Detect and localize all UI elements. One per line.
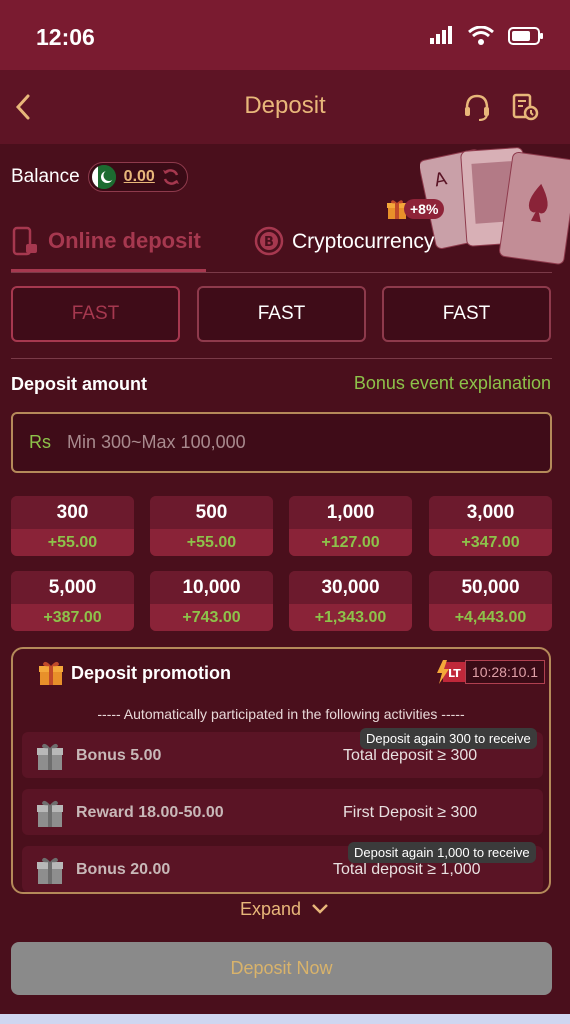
promotion-name: Bonus 5.00 [76,747,162,764]
promotion-name: Bonus 20.00 [76,861,171,878]
crypto-badge-text: +8% [404,199,445,219]
amount-option[interactable]: 1,000 +127.00 [289,496,412,556]
status-icons [430,26,544,46]
balance-label: Balance [11,166,80,187]
balance-pill: 0.00 [87,162,188,192]
channel-button[interactable]: FAST [382,286,551,342]
promotion-condition: First Deposit ≥ 300 [343,804,478,821]
promotion-name: Reward 18.00-50.00 [76,804,224,821]
auto-participation-note: ----- Automatically participated in the … [97,706,465,722]
deposit-now-button[interactable]: Deposit Now [11,942,552,995]
amount-bonus: +4,443.00 [429,604,552,631]
amount-option[interactable]: 5,000 +387.00 [11,571,134,631]
gift-icon [37,800,63,827]
tab-online-deposit[interactable]: Online deposit [11,218,206,272]
lt-text: LT [448,667,461,680]
tab-online-label: Online deposit [48,228,201,253]
crypto-bonus-badge: +8% [386,198,445,220]
amount-value: 10,000 [150,571,273,604]
expand-label: Expand [239,898,302,919]
gift-icon [39,661,63,685]
divider [11,358,552,359]
tab-crypto-label: Cryptocurrency [292,230,435,253]
gift-icon [37,857,63,884]
amount-value: 5,000 [11,571,134,604]
promotion-row: Reward 18.00-50.00 First Deposit ≥ 300 [22,789,543,835]
phone-icon [12,226,37,256]
app-header: Deposit [0,70,570,144]
amount-option[interactable]: 3,000 +347.00 [429,496,552,556]
amount-field[interactable]: Rs [11,412,552,473]
amount-value: 1,000 [289,496,412,529]
channel-button[interactable]: FAST [11,286,180,342]
amount-value: 300 [11,496,134,529]
amount-bonus: +743.00 [150,604,273,631]
amount-option[interactable]: 30,000 +1,343.00 [289,571,412,631]
lightning-lt-badge: LT [437,660,465,684]
promotion-row: Bonus 20.00 Total deposit ≥ 1,000 Deposi… [22,842,543,892]
amount-option[interactable]: 50,000 +4,443.00 [429,571,552,631]
bonus-event-link[interactable]: Bonus event explanation [354,373,551,394]
amount-bonus: +55.00 [11,529,134,556]
svg-text:B: B [264,235,274,250]
bottom-strip [0,1014,570,1024]
amount-bonus: +127.00 [289,529,412,556]
channel-button[interactable]: FAST [197,286,366,342]
promotion-title: Deposit promotion [71,663,231,683]
bitcoin-icon: B [254,226,284,256]
signal-icon [430,26,452,44]
balance-row: Balance 0.00 [11,162,188,192]
deposit-method-tabs: Online deposit B Cryptocurrency +8% [11,199,552,273]
balance-value: 0.00 [123,168,155,185]
promotion-condition: Total deposit ≥ 300 [343,747,478,764]
refresh-icon[interactable] [161,167,181,187]
amount-bonus: +1,343.00 [289,604,412,631]
amount-bonus: +347.00 [429,529,552,556]
deposit-promotion-panel: Deposit promotion LT 10:28:10.1 ----- Au… [11,647,551,894]
promotion-timer: 10:28:10.1 [465,660,545,684]
amount-option[interactable]: 300 +55.00 [11,496,134,556]
amount-bonus: +387.00 [11,604,134,631]
promotion-tip: Deposit again 300 to receive [360,728,537,749]
amount-input[interactable] [65,431,509,454]
tab-cryptocurrency[interactable]: B Cryptocurrency +8% [254,199,454,272]
amount-bonus: +55.00 [150,529,273,556]
promotion-condition: Total deposit ≥ 1,000 [333,861,481,878]
amount-value: 500 [150,496,273,529]
payment-channels: FAST FAST FAST [11,286,552,342]
chevron-down-icon [312,904,328,915]
currency-label: Rs [29,432,51,452]
expand-toggle[interactable]: Expand [0,898,570,920]
amount-value: 3,000 [429,496,552,529]
promotion-row: Bonus 5.00 Total deposit ≥ 300 Deposit a… [22,728,543,778]
amount-value: 50,000 [429,571,552,604]
status-time: 12:06 [36,24,95,50]
deposit-content: A Balance 0.00 Online deposit B Cryptocu… [0,144,570,1024]
deposit-amount-title: Deposit amount [11,374,148,394]
gift-icon [37,743,63,770]
promotion-tip: Deposit again 1,000 to receive [348,842,536,863]
amount-option[interactable]: 10,000 +743.00 [150,571,273,631]
amount-option[interactable]: 500 +55.00 [150,496,273,556]
status-bar: 12:06 [0,0,570,70]
headset-icon[interactable] [462,92,492,122]
amount-value: 30,000 [289,571,412,604]
wifi-icon [468,26,494,45]
pakistan-flag-icon [91,165,116,189]
history-icon[interactable] [510,92,540,122]
battery-icon [508,27,543,45]
